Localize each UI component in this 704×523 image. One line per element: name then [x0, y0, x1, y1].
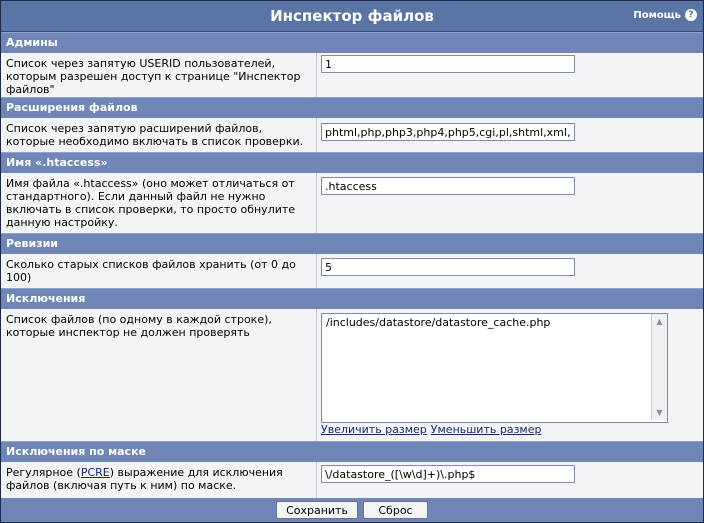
section-title: Имя «.htaccess»	[6, 156, 108, 169]
setting-label: Регулярное (PCRE) выражение для исключен…	[6, 466, 311, 492]
setting-row-extensions: Список через запятую расширений файлов, …	[1, 118, 703, 152]
section-header-htaccess: Имя «.htaccess»	[1, 152, 703, 174]
setting-label: Список через запятую расширений файлов, …	[6, 122, 304, 148]
exclusions-textarea[interactable]: /includes/datastore/datastore_cache.php	[322, 314, 650, 420]
setting-row-mask: Регулярное (PCRE) выражение для исключен…	[1, 462, 703, 498]
setting-label: Имя файла «.htaccess» (оно может отличат…	[6, 177, 296, 229]
mask-label-start: Регулярное (	[6, 466, 81, 479]
setting-row-revisions: Сколько старых списков файлов хранить (о…	[1, 254, 703, 288]
help-label: Помощь	[633, 9, 681, 21]
help-icon: ?	[685, 9, 697, 21]
section-title: Админы	[6, 36, 58, 49]
resize-links: Увеличить размер Уменьшить размер	[321, 423, 545, 436]
scroll-down-icon[interactable]: ▼	[652, 405, 667, 420]
save-button[interactable]: Сохранить	[276, 501, 358, 519]
section-header-extensions: Расширения файлов	[1, 97, 703, 119]
reset-button[interactable]: Сброс	[363, 501, 428, 519]
pcre-link[interactable]: PCRE	[81, 466, 110, 479]
decrease-size-link[interactable]: Уменьшить размер	[431, 423, 542, 436]
revisions-input[interactable]	[321, 258, 575, 276]
admins-input[interactable]	[321, 55, 575, 73]
form-footer: Сохранить Сброс	[1, 498, 703, 522]
section-header-admins: Админы	[1, 32, 703, 54]
setting-row-admins: Список через запятую USERID пользователе…	[1, 53, 703, 97]
extensions-input[interactable]	[321, 123, 575, 141]
help-link[interactable]: Помощь ?	[633, 9, 697, 21]
setting-label: Список через запятую USERID пользователе…	[6, 57, 301, 96]
setting-row-exclusions: Список файлов (по одному в каждой строке…	[1, 309, 703, 441]
section-header-mask: Исключения по маске	[1, 441, 703, 463]
page-title: Инспектор файлов	[270, 7, 434, 25]
htaccess-input[interactable]	[321, 177, 575, 195]
setting-label: Список файлов (по одному в каждой строке…	[6, 313, 272, 339]
section-title: Ревизии	[6, 237, 58, 250]
setting-label: Сколько старых списков файлов хранить (о…	[6, 258, 296, 284]
section-header-revisions: Ревизии	[1, 233, 703, 255]
title-bar: Инспектор файлов Помощь ?	[1, 1, 703, 32]
setting-row-htaccess: Имя файла «.htaccess» (оно может отличат…	[1, 173, 703, 233]
file-inspector-panel: Инспектор файлов Помощь ? Админы Список …	[0, 0, 704, 523]
section-title: Исключения	[6, 292, 86, 305]
exclusions-textarea-frame: /includes/datastore/datastore_cache.php …	[321, 313, 668, 423]
exclusions-scrollbar[interactable]: ▲ ▼	[651, 314, 667, 420]
section-header-exclusions: Исключения	[1, 288, 703, 310]
mask-input[interactable]	[321, 465, 575, 483]
increase-size-link[interactable]: Увеличить размер	[321, 423, 427, 436]
section-title: Расширения файлов	[6, 101, 138, 114]
scroll-up-icon[interactable]: ▲	[652, 314, 667, 329]
section-title: Исключения по маске	[6, 445, 147, 458]
